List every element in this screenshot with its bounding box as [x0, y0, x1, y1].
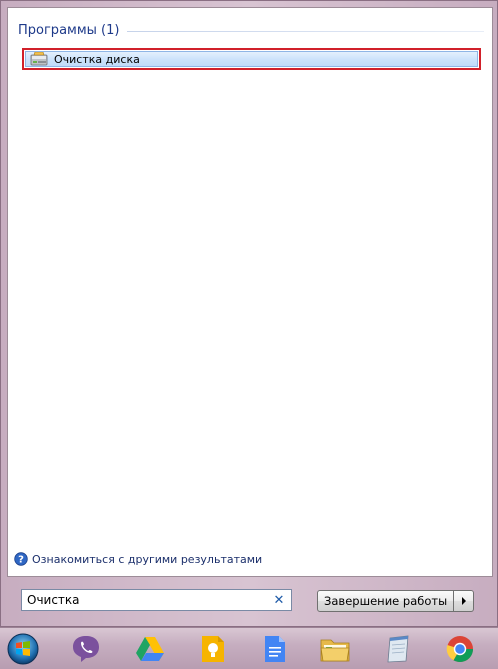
google-docs-icon[interactable] [258, 632, 292, 666]
programs-group-header: Программы (1) [18, 20, 484, 40]
viber-icon[interactable] [69, 632, 103, 666]
notepad-icon[interactable] [381, 632, 415, 666]
result-item-disk-cleanup[interactable]: Очистка диска [22, 48, 481, 70]
see-more-results-link[interactable]: ? Ознакомиться с другими результатами [14, 552, 262, 566]
search-input-text[interactable]: Очистка [27, 593, 271, 607]
svg-text:?: ? [18, 555, 24, 566]
see-more-results-label: Ознакомиться с другими результатами [32, 552, 263, 566]
clear-search-icon[interactable]: ✕ [271, 593, 287, 608]
start-menu: Программы (1) Очистка диска ? Ознакомить… [0, 0, 498, 627]
windows-start-icon[interactable] [6, 632, 40, 666]
taskbar [0, 627, 498, 669]
search-input[interactable]: Очистка ✕ [21, 589, 292, 611]
shutdown-options-arrow[interactable] [454, 590, 475, 612]
search-results-pane: Программы (1) Очистка диска ? Ознакомить… [7, 7, 493, 577]
shutdown-button-group: Завершение работы [317, 590, 475, 612]
shutdown-button[interactable]: Завершение работы [317, 590, 455, 612]
chevron-right-icon [461, 597, 466, 605]
help-icon: ? [14, 552, 28, 566]
result-item-label: Очистка диска [54, 52, 140, 66]
group-separator [127, 30, 484, 32]
folder-icon[interactable] [318, 632, 352, 666]
google-drive-icon[interactable] [133, 632, 167, 666]
disk-cleanup-icon [30, 52, 48, 66]
chrome-icon[interactable] [443, 632, 477, 666]
programs-group-title[interactable]: Программы (1) [18, 23, 127, 38]
result-item-highlight[interactable]: Очистка диска [25, 51, 478, 67]
google-keep-icon[interactable] [196, 632, 230, 666]
